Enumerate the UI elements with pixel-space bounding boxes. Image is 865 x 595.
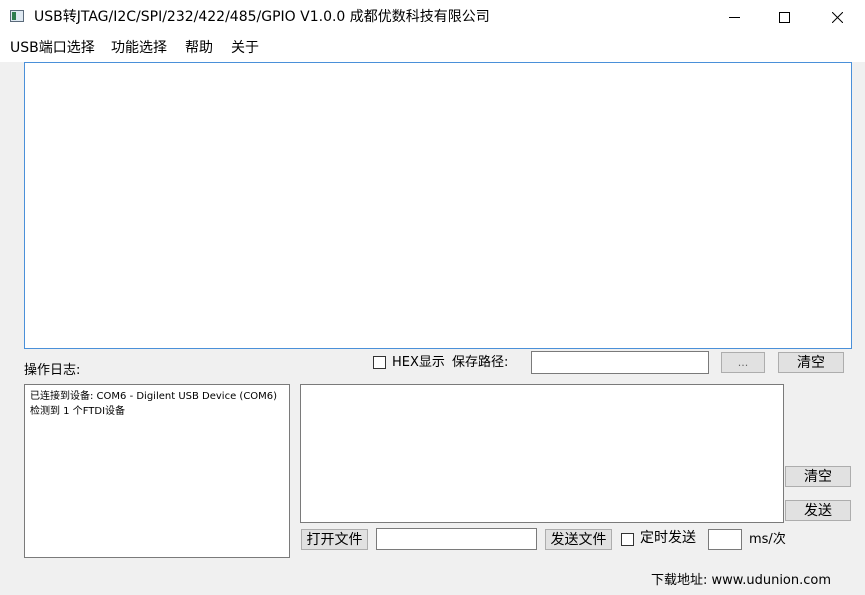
hex-display-checkbox[interactable]: [373, 356, 386, 369]
timed-send-label: 定时发送: [640, 530, 696, 546]
clear-send-button[interactable]: 清空: [785, 466, 851, 487]
interval-input[interactable]: [708, 529, 742, 550]
download-link[interactable]: 下载地址: www.udunion.com: [651, 573, 831, 588]
close-icon: [831, 11, 843, 23]
log-line: 检测到 1 个FTDI设备: [30, 406, 126, 417]
send-file-button[interactable]: 发送文件: [545, 529, 612, 550]
menu-help[interactable]: 帮助: [185, 40, 213, 56]
file-path-input[interactable]: [376, 528, 537, 550]
close-button[interactable]: [814, 0, 860, 34]
receive-text-area[interactable]: [24, 62, 852, 349]
timed-send-checkbox[interactable]: [621, 533, 634, 546]
send-button[interactable]: 发送: [785, 500, 851, 521]
menu-usb-port[interactable]: USB端口选择: [10, 40, 95, 56]
menu-about[interactable]: 关于: [231, 40, 259, 56]
send-text-area[interactable]: [300, 384, 784, 523]
save-path-label: 保存路径:: [452, 355, 509, 370]
maximize-icon: [778, 11, 790, 23]
maximize-button[interactable]: [761, 0, 807, 34]
minimize-button[interactable]: [711, 0, 757, 34]
hex-display-label: HEX显示: [392, 355, 445, 370]
save-path-input[interactable]: [531, 351, 709, 374]
title-bar: USB转JTAG/I2C/SPI/232/422/485/GPIO V1.0.0…: [0, 0, 865, 34]
minimize-icon: [728, 16, 740, 18]
log-label: 操作日志:: [24, 363, 81, 378]
menu-bar: USB端口选择 功能选择 帮助 关于: [0, 34, 865, 62]
menu-function[interactable]: 功能选择: [111, 40, 167, 56]
log-area[interactable]: 已连接到设备: COM6 - Digilent USB Device (COM6…: [24, 384, 290, 558]
log-line: 已连接到设备: COM6 - Digilent USB Device (COM6…: [30, 391, 278, 402]
app-icon: [10, 10, 24, 22]
window-title: USB转JTAG/I2C/SPI/232/422/485/GPIO V1.0.0…: [34, 9, 490, 25]
open-file-button[interactable]: 打开文件: [301, 529, 368, 550]
clear-receive-button[interactable]: 清空: [778, 352, 844, 373]
browse-button[interactable]: ...: [721, 352, 765, 373]
interval-unit-label: ms/次: [749, 532, 786, 547]
